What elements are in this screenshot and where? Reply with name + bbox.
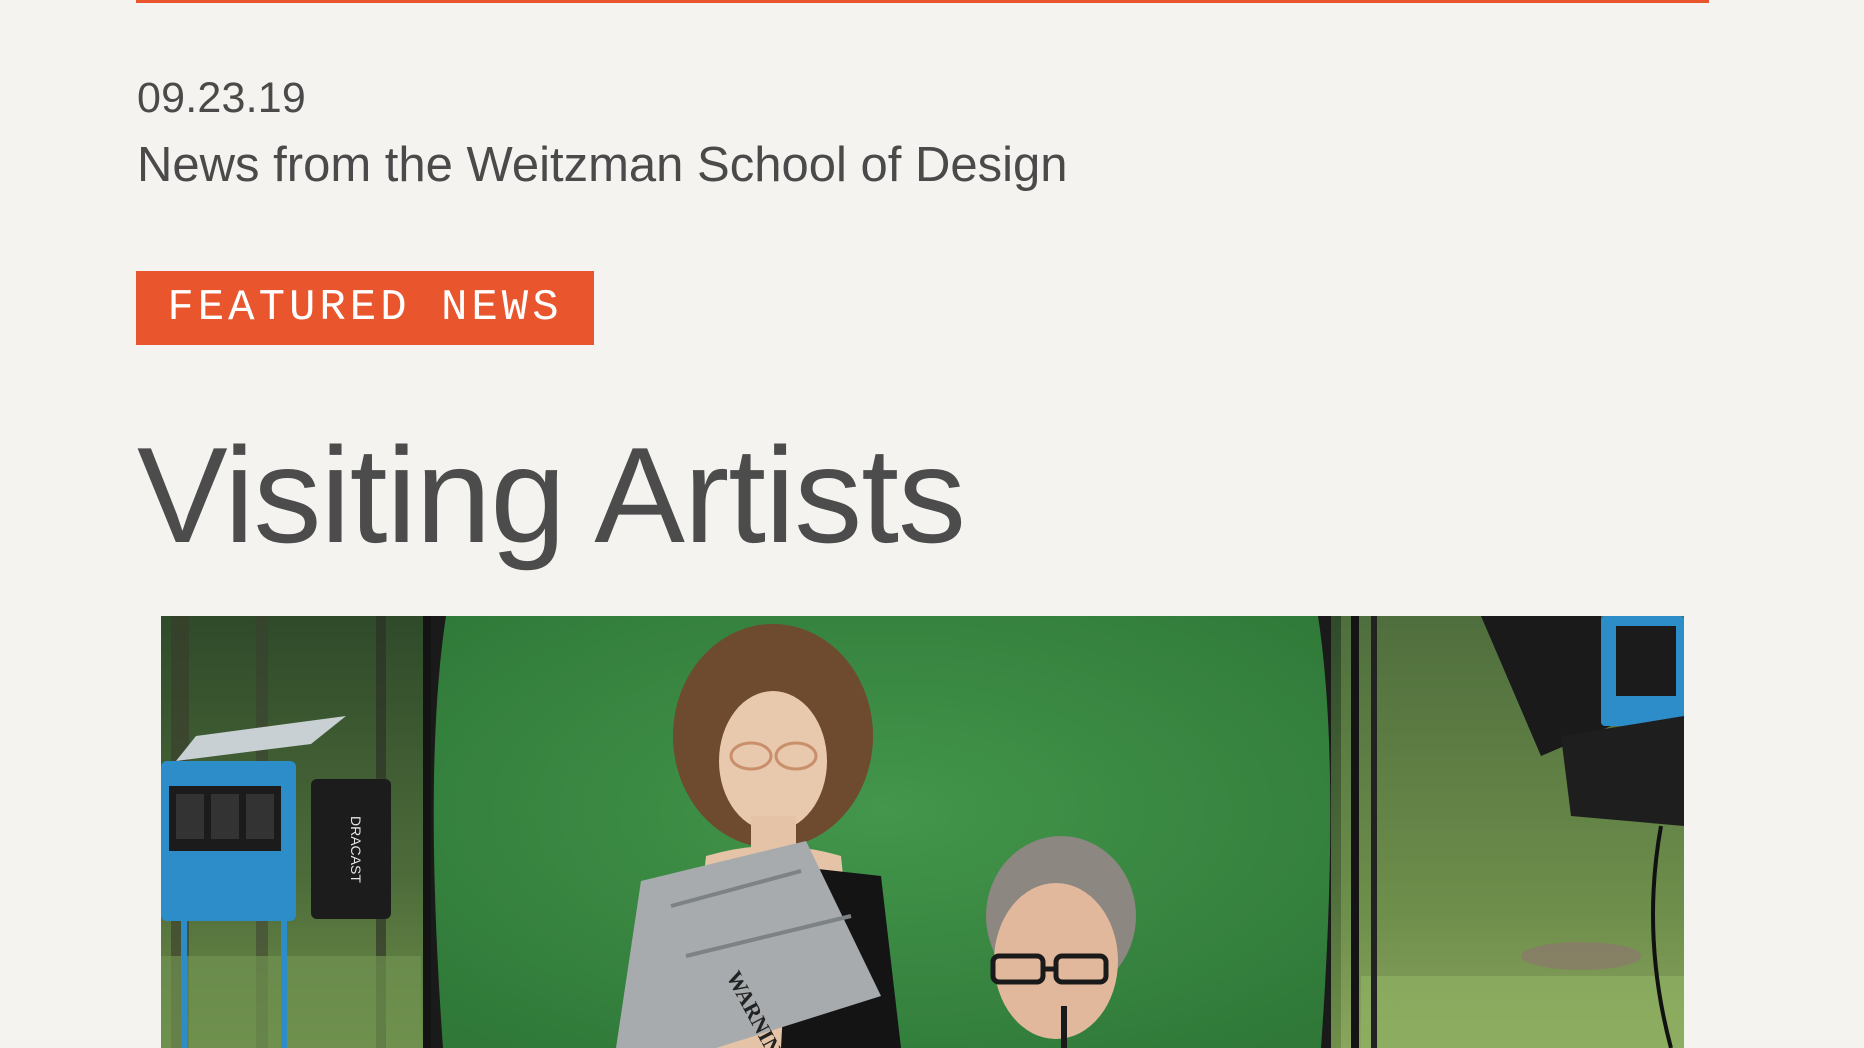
- featured-photo-illustration: DRACAST WARNING!: [161, 616, 1684, 1048]
- article-headline[interactable]: Visiting Artists: [137, 420, 966, 570]
- featured-photo[interactable]: DRACAST WARNING!: [161, 616, 1684, 1048]
- light-brand-label: DRACAST: [348, 816, 364, 883]
- featured-news-badge: FEATURED NEWS: [136, 271, 594, 345]
- top-accent-rule: [136, 0, 1709, 3]
- newsletter-date: 09.23.19: [137, 74, 306, 122]
- newsletter-subtitle: News from the Weitzman School of Design: [137, 138, 1068, 192]
